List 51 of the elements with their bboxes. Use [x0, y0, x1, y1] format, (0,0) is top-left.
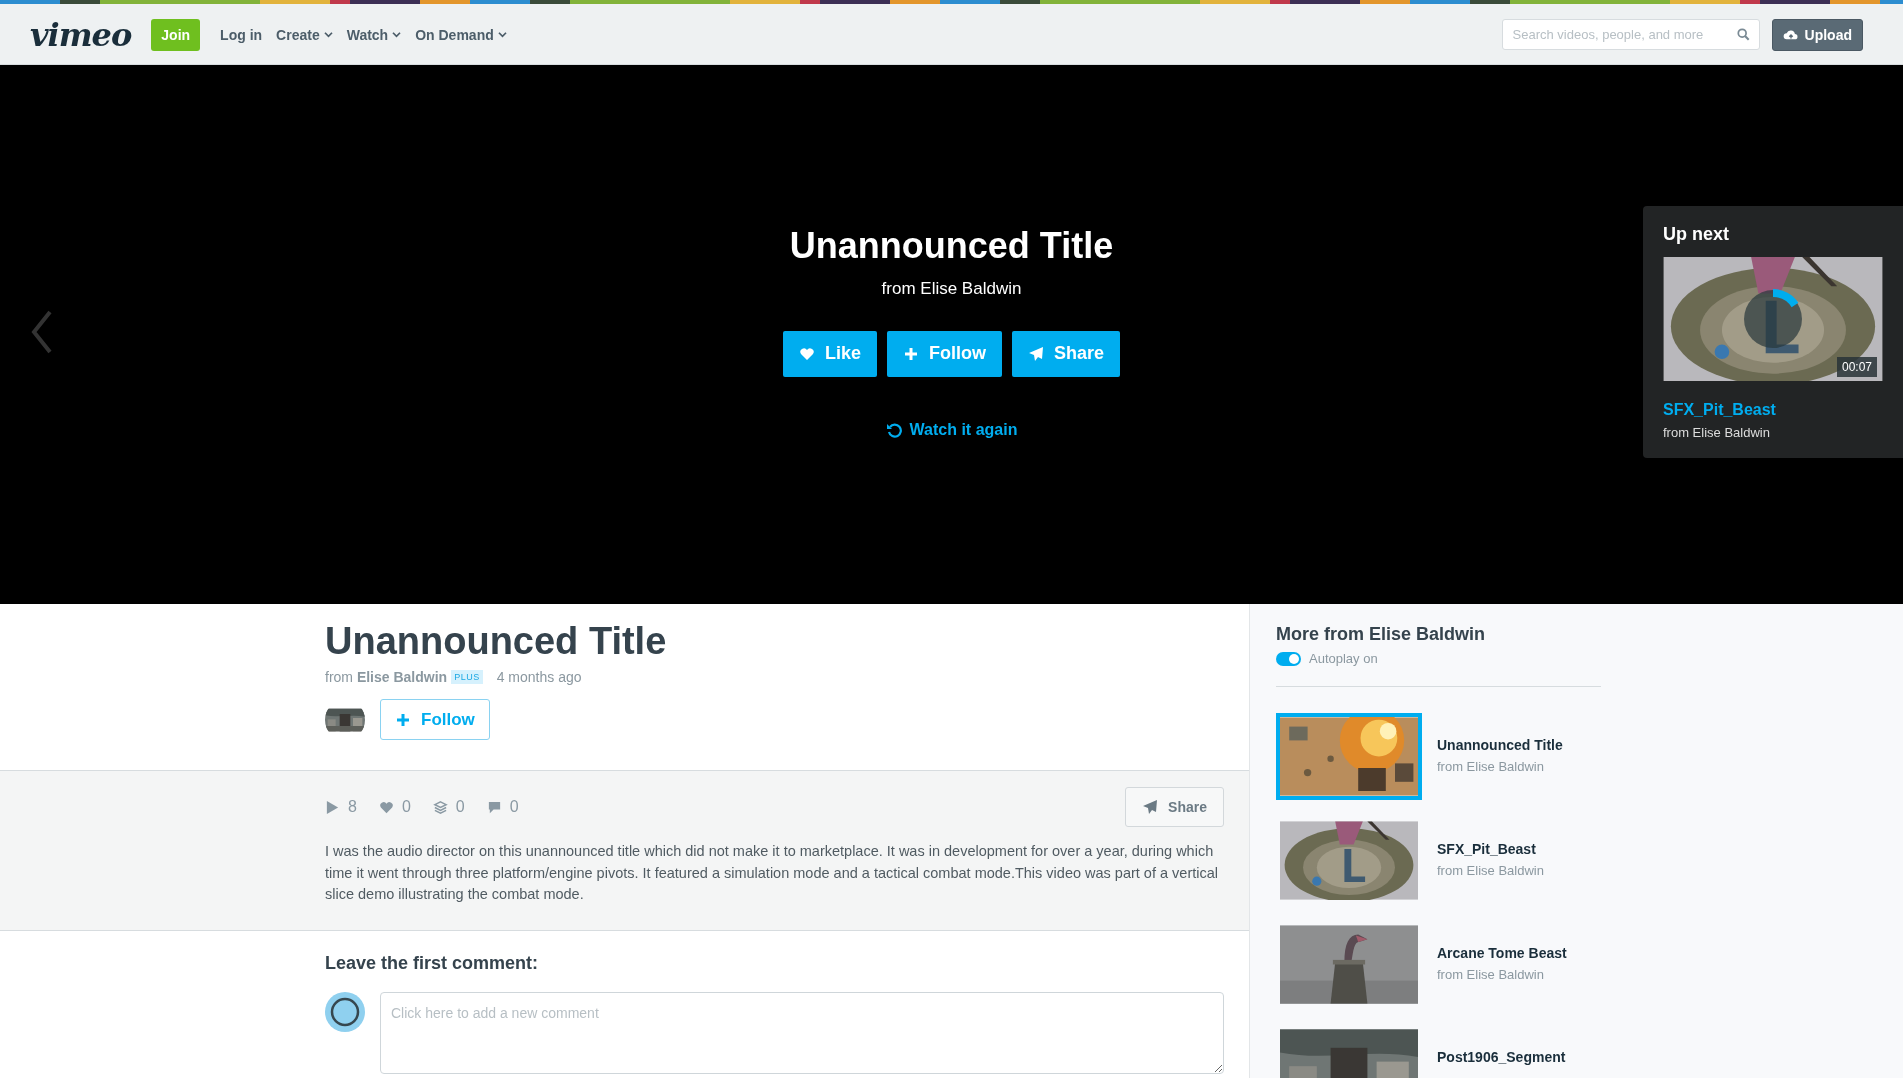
stat-count: 0 [455, 798, 465, 816]
search-icon [1736, 28, 1750, 41]
share-button[interactable]: Share [1125, 787, 1224, 827]
plus-icon [395, 711, 411, 728]
duration-badge: 00:07 [1836, 357, 1877, 377]
avatar-icon [325, 991, 365, 1032]
upload-age: 4 months ago [496, 669, 582, 685]
play-icon [325, 799, 340, 815]
up-next-thumbnail[interactable]: 00:07 [1663, 257, 1883, 381]
heart-icon [378, 799, 394, 815]
paper-plane-icon [1028, 345, 1044, 362]
author-byline: from Elise Baldwin [881, 278, 1022, 299]
nav-link[interactable]: Log in [220, 26, 263, 43]
stat-count: 8 [348, 798, 357, 816]
video-byline: from Elise Baldwin [1437, 759, 1545, 774]
plus-icon [903, 345, 919, 362]
video-byline: from Elise Baldwin [1437, 863, 1544, 878]
up-next-byline: from Elise Baldwin [1663, 425, 1771, 440]
video-link[interactable]: Unannounced Title [1437, 737, 1563, 753]
nav-link[interactable]: Watch [346, 26, 402, 43]
stat-count: 0 [401, 798, 411, 816]
up-next-title[interactable]: SFX_Pit_Beast [1663, 401, 1903, 419]
autoplay-label: Autoplay on [1309, 651, 1378, 666]
author-byline: from Elise Baldwin [325, 669, 448, 685]
upload-button[interactable]: Upload [1771, 18, 1863, 51]
logo[interactable]: vimeo [30, 15, 132, 54]
replay-icon [885, 421, 902, 438]
paper-plane-icon [1142, 799, 1159, 815]
search-field[interactable]: Search videos, people, and more [1501, 19, 1760, 50]
speech-bubble-icon [486, 799, 502, 815]
heart-icon [798, 345, 815, 362]
nav-link[interactable]: On Demand [415, 26, 507, 43]
sidebar-heading: More from Elise Baldwin [1276, 624, 1487, 645]
nav-link[interactable]: Create [276, 26, 333, 43]
comment-heading: Leave the first comment: [325, 952, 540, 974]
watch-again-link[interactable]: Watch it again [885, 420, 1018, 439]
stat-count: 0 [509, 798, 519, 816]
video-link[interactable]: Arcane Tome Beast [1437, 945, 1567, 961]
up-next-heading: Up next [1663, 224, 1730, 245]
video-link[interactable]: Post1906_Segment [1437, 1049, 1566, 1065]
loading-spinner-icon [1743, 289, 1803, 349]
upload-cloud-icon [1782, 28, 1799, 41]
stack-icon [432, 799, 448, 815]
video-description: I was the audio director on this unannounced title which did not make it to marketplace. It was in development for over a year, during which time it went through three platform/engine pivots. It featured a simulation mode and a tactical combat mode.This video was part of a vertical slice demo illustrating the combat mode. [325, 842, 1219, 904]
plus-badge: PLUS [451, 670, 483, 684]
video-byline: from Elise Baldwin [1437, 967, 1545, 982]
comment-field[interactable]: Click here to add a new comment [380, 991, 1224, 1074]
video-link[interactable]: SFX_Pit_Beast [1437, 841, 1544, 857]
video-title: Unannounced Title [325, 620, 668, 663]
autoplay-toggle[interactable] [1276, 651, 1301, 666]
video-title: Unannounced Title [789, 224, 1114, 267]
